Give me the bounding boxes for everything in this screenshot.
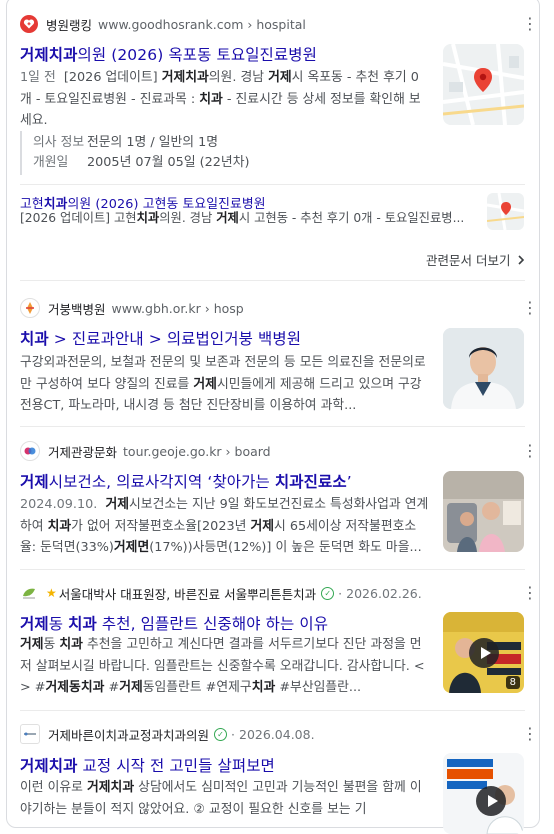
clinic-leaf-favicon-icon bbox=[20, 584, 38, 602]
result-source[interactable]: 거제바른이치과교정과치과의원 ✓ · 2026.04.08. bbox=[20, 724, 315, 744]
result-title[interactable]: 거제치과 교정 시작 전 고민들 살펴보면 bbox=[20, 754, 275, 776]
three-dots-vertical-icon[interactable]: ⋮ bbox=[522, 443, 538, 459]
tourism-logo-favicon-icon bbox=[20, 441, 40, 461]
result-title[interactable]: 치과 > 진료과안내 > 의료법인거붕 백병원 bbox=[20, 327, 301, 349]
site-name: 거붕백병원 bbox=[48, 301, 106, 317]
site-name: 병원랭킹 bbox=[46, 17, 93, 33]
hospital-logo-favicon-icon bbox=[20, 298, 40, 318]
meta-divider-bar bbox=[20, 131, 22, 175]
result-snippet: 1일 전 [2026 업데이트] 거제치과의원. 경남 거제시 옥포동 - 추천… bbox=[20, 70, 421, 128]
sub-divider bbox=[20, 184, 525, 185]
site-url: www.goodhosrank.com › hospital bbox=[98, 16, 306, 32]
result-source[interactable]: 병원랭킹 www.goodhosrank.com › hospital bbox=[20, 14, 306, 34]
three-dots-vertical-icon[interactable]: ⋮ bbox=[522, 726, 538, 742]
star-icon: ★ bbox=[46, 586, 57, 600]
site-name: 서울대박사 대표원장, 바른진료 서울뿌리튼튼치과 bbox=[58, 586, 317, 602]
result-snippet: 구강외과전문의, 보철과 전문의 및 보존과 전문의 등 모든 의료진을 전문의… bbox=[20, 355, 426, 413]
three-dots-vertical-icon[interactable]: ⋮ bbox=[522, 585, 538, 601]
map-thumbnail-small[interactable] bbox=[487, 193, 524, 230]
play-icon[interactable] bbox=[469, 638, 499, 668]
verified-check-icon: ✓ bbox=[321, 586, 335, 600]
site-name: 거제관광문화 bbox=[48, 444, 118, 460]
video-thumbnail[interactable]: 8 bbox=[443, 612, 524, 693]
result-source[interactable]: 거제관광문화 tour.geoje.go.kr › board bbox=[20, 441, 271, 461]
result-snippet: 거제동 치과 추천을 고민하고 계신다면 결과를 서두르기보다 진단 과정을 먼… bbox=[20, 637, 425, 695]
result-meta: 의사 정보 전문의 1명 / 일반의 1명 개원일 2005년 07월 05일 (2… bbox=[33, 135, 250, 170]
result-source[interactable]: ★ 서울대박사 대표원장, 바른진료 서울뿌리튼튼치과 ✓ · 2026.02.… bbox=[20, 583, 422, 603]
three-dots-vertical-icon[interactable]: ⋮ bbox=[522, 16, 538, 32]
dental-clinic-photo-thumbnail[interactable] bbox=[443, 471, 524, 552]
site-name: 거제바른이치과교정과치과의원 bbox=[48, 727, 210, 743]
site-url: tour.geoje.go.kr › board bbox=[123, 443, 271, 459]
chevron-right-icon bbox=[518, 254, 525, 265]
more-related-docs-link[interactable]: 관련문서 더보기 bbox=[426, 250, 528, 269]
play-icon[interactable] bbox=[476, 786, 506, 816]
heart-plus-favicon-icon bbox=[20, 15, 38, 33]
result-source[interactable]: 거붕백병원 www.gbh.or.kr › hosp bbox=[20, 298, 244, 318]
result-snippet: 2024.09.10. 거제시보건소는 지난 9일 화도보건진료소 특성화사업과… bbox=[20, 497, 429, 555]
result-divider bbox=[20, 710, 525, 711]
clinic-favicon-icon bbox=[20, 724, 40, 744]
video-thumbnail[interactable] bbox=[443, 753, 524, 834]
site-url: www.gbh.or.kr › hosp bbox=[111, 300, 244, 316]
result-title[interactable]: 거제치과의원 (2026) 옥포동 토요일진료병원 bbox=[20, 43, 317, 65]
post-date: 2026.04.08. bbox=[239, 726, 315, 742]
doctor-photo-thumbnail[interactable] bbox=[443, 328, 524, 409]
result-title[interactable]: 거제동 치과 추천, 임플란트 신중해야 하는 이유 bbox=[20, 612, 328, 634]
video-count-badge: 8 bbox=[505, 676, 520, 689]
verified-check-icon: ✓ bbox=[214, 727, 228, 741]
result-divider bbox=[20, 280, 525, 281]
sub-result-snippet: [2026 업데이트] 고현치과의원. 경남 거제시 고현동 - 추천 후기 0… bbox=[20, 211, 465, 225]
result-divider bbox=[20, 569, 525, 570]
post-date: 2026.02.26. bbox=[346, 585, 422, 601]
result-title[interactable]: 거제시보건소, 의료사각지역 ‘찾아가는 치과진료소’ bbox=[20, 470, 352, 492]
result-divider bbox=[20, 426, 525, 427]
map-thumbnail[interactable] bbox=[443, 44, 524, 125]
three-dots-vertical-icon[interactable]: ⋮ bbox=[522, 300, 538, 316]
result-snippet: 이런 이유로 거제치과 상담에서도 심미적인 고민과 기능적인 불편을 함께 이… bbox=[20, 780, 422, 817]
